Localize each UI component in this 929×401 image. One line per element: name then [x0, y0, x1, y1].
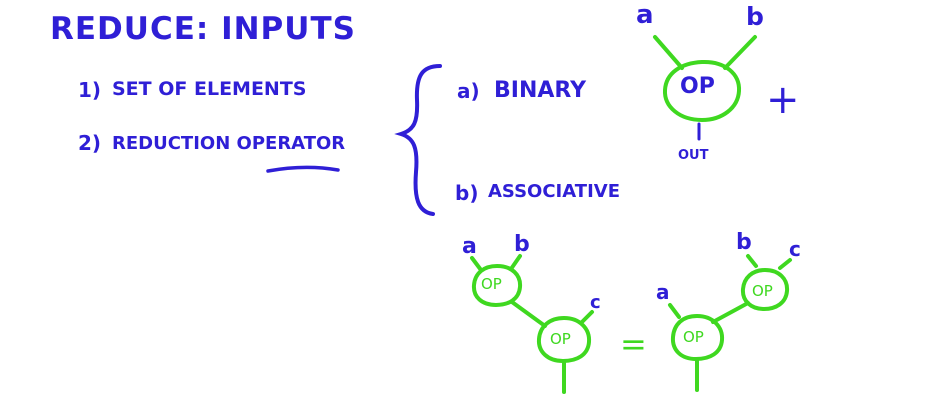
binary-edge-b — [723, 35, 757, 70]
right-op-bottom-node — [670, 313, 725, 362]
binary-op-node — [663, 59, 741, 123]
right-edge-a — [668, 303, 681, 319]
left-edge-a — [470, 256, 483, 272]
left-edge-c — [579, 310, 594, 325]
left-edge-b — [509, 254, 522, 271]
left-op-top-node — [471, 263, 523, 308]
right-edge-c — [778, 258, 792, 270]
binary-edge-a — [653, 35, 684, 70]
underline-stroke — [266, 165, 340, 173]
curly-brace — [394, 64, 442, 216]
right-edge-b — [746, 254, 758, 268]
whiteboard: REDUCE: INPUTS 1) SET OF ELEMENTS 2) RED… — [0, 0, 929, 401]
diagram-strokes — [266, 35, 792, 394]
right-edge-middle — [711, 301, 750, 324]
left-op-bottom-node — [536, 315, 592, 364]
left-edge-middle — [510, 300, 547, 328]
